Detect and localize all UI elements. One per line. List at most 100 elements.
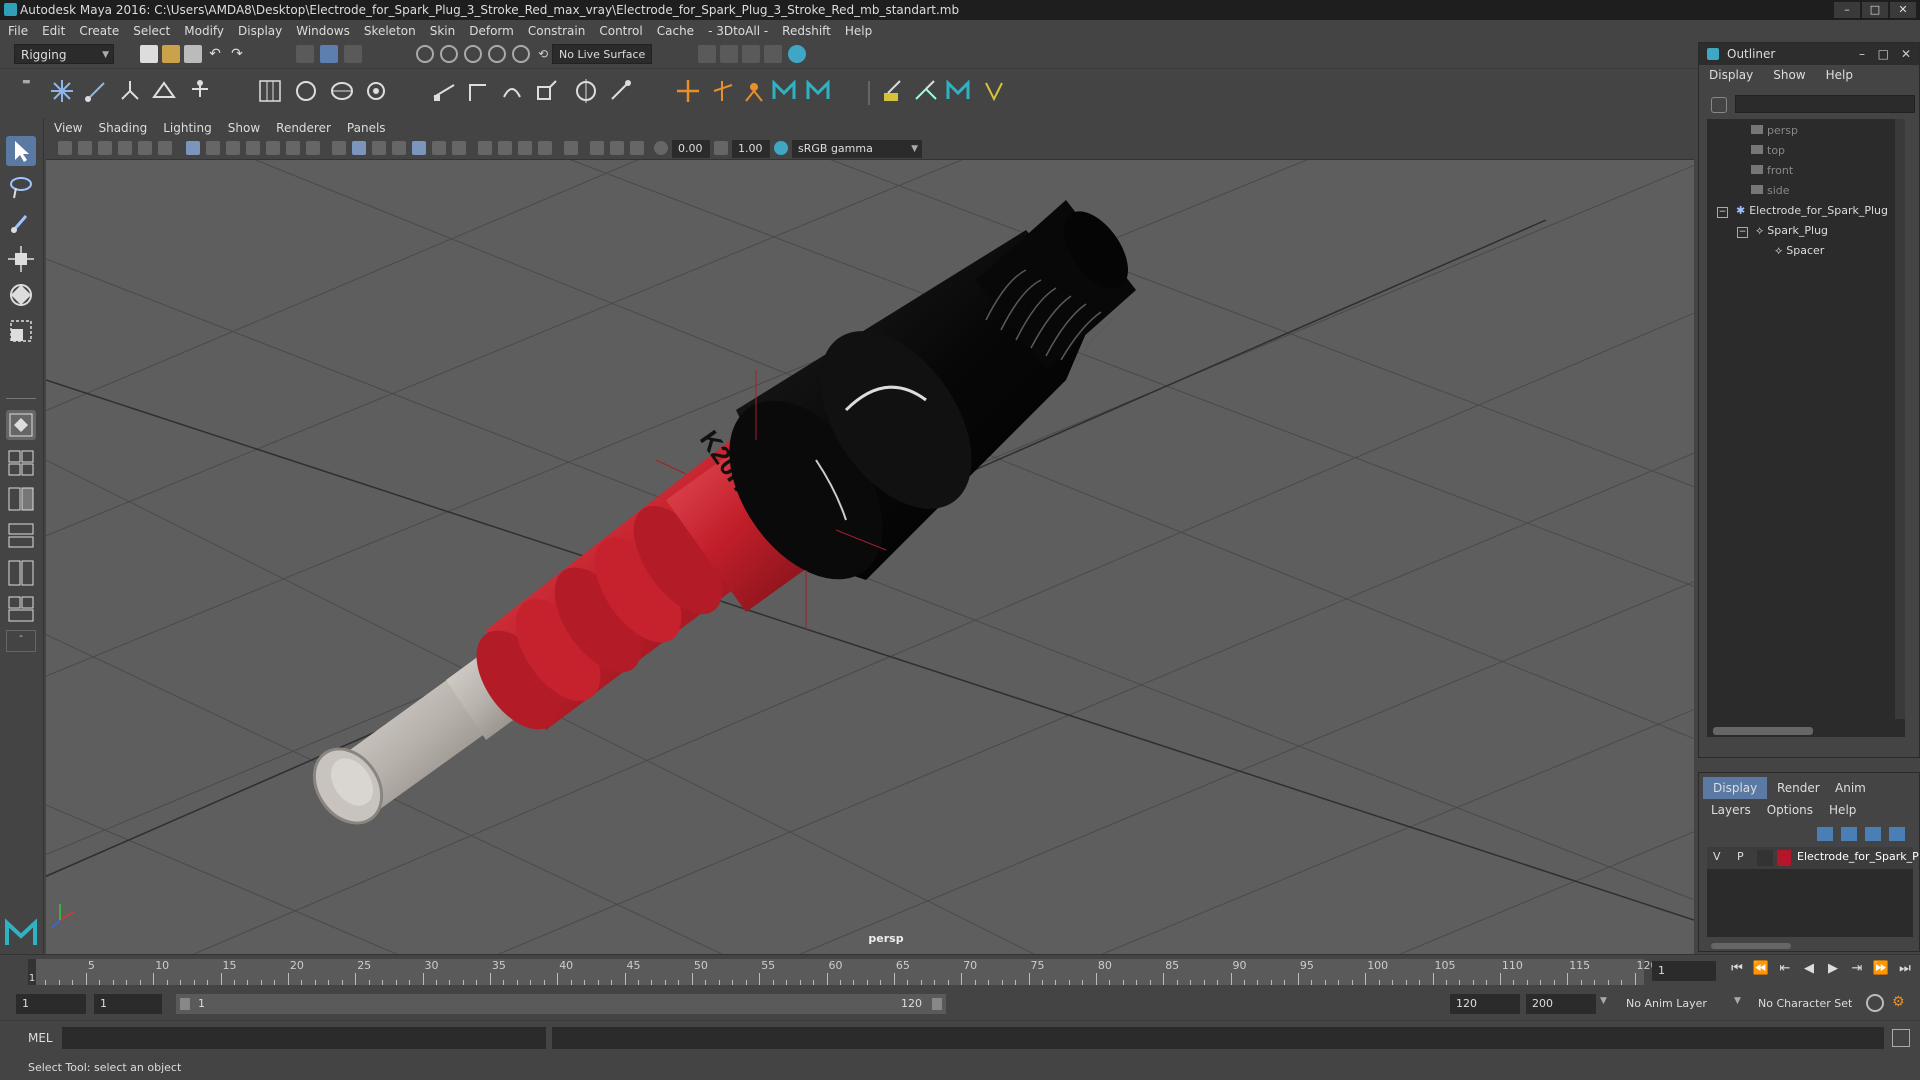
mash-icon-2[interactable] (804, 77, 832, 105)
maximize-button[interactable]: □ (1862, 2, 1888, 18)
range-end-handle[interactable] (932, 998, 942, 1010)
script-editor-icon[interactable] (1892, 1029, 1910, 1047)
hypershade-icon[interactable] (764, 45, 782, 63)
outliner-close-button[interactable]: ✕ (1901, 43, 1911, 65)
snap-view-plane-icon[interactable] (488, 45, 506, 63)
paint-weights-icon[interactable] (878, 77, 906, 105)
snap-live-icon[interactable] (512, 45, 530, 63)
side-by-side-layout-icon[interactable] (6, 484, 36, 514)
lasso-tool-icon[interactable] (6, 172, 36, 202)
v-shape-icon[interactable] (980, 77, 1008, 105)
layer-row[interactable]: V P Electrode_for_Spark_P (1707, 847, 1919, 869)
outliner-item-persp[interactable]: persp (1751, 121, 1798, 141)
move-layer-up-icon[interactable] (1817, 827, 1833, 841)
outliner-horizontal-scrollbar[interactable] (1713, 727, 1813, 735)
vp-menu-panels[interactable]: Panels (347, 121, 386, 135)
outliner-menu-help[interactable]: Help (1826, 68, 1853, 82)
lattice-icon[interactable] (256, 77, 284, 105)
resolution-gate-icon[interactable] (226, 141, 240, 155)
outliner-search-input[interactable] (1735, 95, 1915, 113)
grid-toggle-icon[interactable] (186, 141, 200, 155)
collapse-toggle-icon[interactable]: − (1737, 227, 1748, 238)
select-object-icon[interactable] (320, 45, 338, 63)
time-slider[interactable]: 5 10 15 20 25 30 35 40 45 50 55 60 65 70 75 80 85 90 95 100… (0, 954, 1920, 988)
xray-icon[interactable] (590, 141, 604, 155)
depth-of-field-icon[interactable] (538, 141, 552, 155)
field-chart-icon[interactable] (266, 141, 280, 155)
new-scene-icon[interactable] (140, 45, 158, 63)
motion-blur-icon[interactable] (498, 141, 512, 155)
wrap-deformer-icon[interactable] (328, 77, 356, 105)
anim-layer-dropdown[interactable]: No Anim Layer (1620, 994, 1740, 1014)
outliner-item-spacer[interactable]: ⟡ Spacer (1775, 241, 1824, 261)
ik-handle-icon[interactable] (82, 77, 110, 105)
set-driven-key-icon[interactable] (708, 77, 736, 105)
scale-tool-icon[interactable] (6, 316, 36, 346)
mash-icon-3[interactable] (944, 77, 972, 105)
refresh-icon[interactable] (1711, 97, 1727, 113)
redshift-render-icon[interactable] (788, 45, 806, 63)
tab-render-layers[interactable]: Render (1767, 777, 1830, 799)
step-back-frame-icon[interactable]: ⏪ (1752, 960, 1770, 978)
view-transform-dropdown[interactable]: sRGB gamma ▼ (792, 140, 922, 158)
orient-constraint-icon[interactable] (498, 77, 526, 105)
current-time-indicator[interactable]: 1 (28, 959, 36, 985)
layer-visibility-toggle[interactable]: V (1713, 850, 1721, 863)
outliner-maximize-button[interactable]: □ (1878, 43, 1889, 65)
layer-menu-options[interactable]: Options (1767, 803, 1813, 817)
skin-bind-icon[interactable] (150, 77, 178, 105)
ipr-render-icon[interactable] (720, 45, 738, 63)
wireframe-icon[interactable] (332, 141, 346, 155)
menu-3dtoall[interactable]: - 3DtoAll - (708, 24, 768, 38)
isolate-select-icon[interactable] (564, 141, 578, 155)
render-settings-icon[interactable] (742, 45, 760, 63)
menu-constrain[interactable]: Constrain (528, 24, 586, 38)
menu-set-dropdown[interactable]: Rigging ▼ (14, 44, 114, 64)
layer-display-type-toggle[interactable] (1757, 850, 1773, 866)
scene-canvas[interactable]: K20H (46, 160, 1694, 954)
move-layer-down-icon[interactable] (1841, 827, 1857, 841)
menu-file[interactable]: File (8, 24, 28, 38)
point-constraint-icon[interactable] (430, 77, 458, 105)
mash-icon-1[interactable] (770, 77, 798, 105)
viewport-panel[interactable]: View Shading Lighting Show Renderer Pane… (46, 118, 1694, 954)
exposure-field[interactable]: 0.00 (672, 140, 710, 158)
image-plane-icon[interactable] (118, 141, 132, 155)
step-forward-frame-icon[interactable]: ⏩ (1872, 960, 1890, 978)
select-component-icon[interactable] (344, 45, 362, 63)
humanik-icon[interactable] (186, 77, 214, 105)
outliner-item-spark-plug[interactable]: − ⟡ Spark_Plug (1737, 221, 1828, 241)
safe-action-icon[interactable] (286, 141, 300, 155)
hypershade-layout-icon[interactable] (6, 594, 36, 624)
animation-end-field[interactable]: 200 (1526, 994, 1596, 1014)
current-frame-field[interactable]: 1 (1652, 961, 1716, 981)
locator-icon[interactable] (674, 77, 702, 105)
animation-preferences-icon[interactable]: ⚙ (1892, 994, 1910, 1012)
command-input[interactable] (62, 1027, 546, 1049)
undo-icon[interactable]: ↶ (206, 45, 224, 63)
use-lights-icon[interactable] (432, 141, 446, 155)
move-tool-icon[interactable] (6, 244, 36, 274)
xray-active-icon[interactable] (610, 141, 624, 155)
vp-menu-shading[interactable]: Shading (98, 121, 147, 135)
auto-key-icon[interactable] (1866, 994, 1884, 1012)
layer-playback-toggle[interactable]: P (1737, 850, 1744, 863)
layer-menu-layers[interactable]: Layers (1711, 803, 1751, 817)
go-to-end-icon[interactable]: ⏭ (1896, 960, 1914, 978)
character-set-dropdown[interactable]: No Character Set (1752, 994, 1862, 1014)
gamma-field[interactable]: 1.00 (732, 140, 770, 158)
snap-grid-icon[interactable] (416, 45, 434, 63)
play-forwards-icon[interactable]: ▶ (1824, 960, 1842, 978)
snap-curve-icon[interactable] (440, 45, 458, 63)
two-d-pan-icon[interactable] (138, 141, 152, 155)
film-gate-icon[interactable] (206, 141, 220, 155)
xray-joints-icon[interactable] (630, 141, 644, 155)
outliner-item-electrode[interactable]: − ✱ Electrode_for_Spark_Plug (1717, 201, 1888, 221)
chevron-down-icon[interactable]: ▼ (1600, 996, 1607, 1006)
collapse-toggle-icon[interactable]: − (1717, 207, 1728, 218)
parent-constraint-icon[interactable] (572, 77, 600, 105)
character-set-icon[interactable] (740, 77, 768, 105)
save-scene-icon[interactable] (184, 45, 202, 63)
layer-color-swatch[interactable] (1777, 850, 1791, 866)
exposure-icon[interactable] (654, 141, 668, 155)
